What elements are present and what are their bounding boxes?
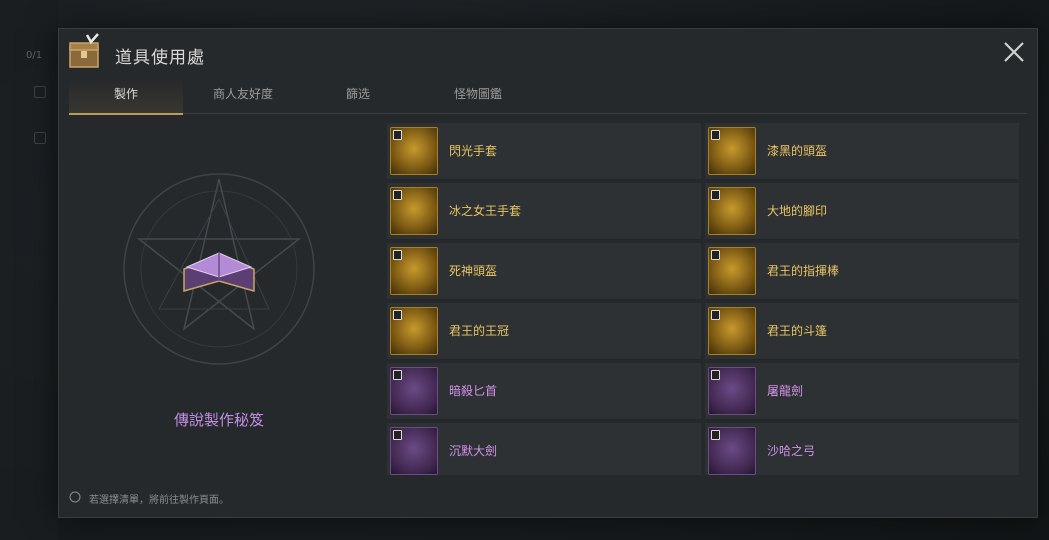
list-item[interactable]: 君王的斗篷 bbox=[705, 303, 1019, 360]
footer-hint: 若選擇清單，將前往製作頁面。 bbox=[89, 495, 229, 506]
helmet-icon bbox=[708, 127, 756, 175]
background-hotbar bbox=[760, 520, 1040, 540]
ice-glove-icon bbox=[390, 187, 438, 235]
item-name: 沉默大劍 bbox=[449, 444, 498, 458]
list-item[interactable]: 沙哈之弓 bbox=[705, 423, 1019, 475]
side-icon bbox=[34, 86, 46, 98]
featured-item-name[interactable]: 傳說製作秘笈 bbox=[69, 409, 369, 430]
reaper-helmet-icon bbox=[390, 247, 438, 295]
item-name: 君王的指揮棒 bbox=[767, 264, 840, 278]
side-counter: 0/1 bbox=[26, 50, 43, 61]
lock-icon bbox=[711, 370, 720, 380]
item-name: 冰之女王手套 bbox=[449, 204, 522, 218]
lock-icon bbox=[711, 310, 720, 320]
craft-item-list: 閃光手套 漆黑的頭盔 冰之女王手套 大地的腳印 死神頭盔 君王的指揮棒 君王的王… bbox=[387, 123, 1023, 475]
book-icon bbox=[183, 252, 255, 292]
list-item[interactable]: 屠龍劍 bbox=[705, 363, 1019, 420]
list-item[interactable]: 君王的指揮棒 bbox=[705, 243, 1019, 300]
list-item[interactable]: 大地的腳印 bbox=[705, 183, 1019, 240]
magic-circle-icon bbox=[123, 173, 315, 365]
lock-icon bbox=[393, 370, 402, 380]
crown-icon bbox=[390, 307, 438, 355]
chest-icon bbox=[69, 33, 99, 68]
tab-filter[interactable]: 篩选 bbox=[303, 79, 413, 113]
lock-icon bbox=[711, 250, 720, 260]
window-header: 道具使用處 bbox=[59, 29, 1037, 79]
item-name: 沙哈之弓 bbox=[767, 444, 816, 458]
lock-icon bbox=[393, 430, 402, 440]
list-item[interactable]: 漆黑的頭盔 bbox=[705, 123, 1019, 180]
cloak-icon bbox=[708, 307, 756, 355]
item-name: 君王的斗篷 bbox=[767, 324, 828, 338]
lock-icon bbox=[711, 130, 720, 140]
close-button[interactable] bbox=[1001, 39, 1027, 65]
background-sidebar: 0/1 bbox=[0, 0, 58, 540]
lock-icon bbox=[393, 310, 402, 320]
window-title: 道具使用處 bbox=[115, 48, 205, 68]
boots-icon bbox=[708, 187, 756, 235]
featured-item-area: 傳說製作秘笈 bbox=[69, 119, 369, 479]
list-item[interactable]: 沉默大劍 bbox=[387, 423, 701, 475]
greatsword-icon bbox=[390, 427, 438, 475]
tab-crafting[interactable]: 製作 bbox=[69, 79, 183, 115]
list-item[interactable]: 冰之女王手套 bbox=[387, 183, 701, 240]
item-usage-window: 道具使用處 製作 商人友好度 篩选 怪物圖鑑 傳說製作秘笈 閃光手套 漆黑的頭盔… bbox=[58, 28, 1038, 518]
tab-bar: 製作 商人友好度 篩选 怪物圖鑑 bbox=[69, 79, 1027, 115]
list-item[interactable]: 死神頭盔 bbox=[387, 243, 701, 300]
list-item[interactable]: 暗殺匕首 bbox=[387, 363, 701, 420]
baton-icon bbox=[708, 247, 756, 295]
item-name: 死神頭盔 bbox=[449, 264, 498, 278]
info-icon bbox=[69, 491, 81, 503]
list-item[interactable]: 閃光手套 bbox=[387, 123, 701, 180]
gauntlet-icon bbox=[390, 127, 438, 175]
item-name: 暗殺匕首 bbox=[449, 384, 498, 398]
tab-merchant-friendship[interactable]: 商人友好度 bbox=[183, 79, 303, 113]
item-name: 屠龍劍 bbox=[767, 384, 804, 398]
item-name: 君王的王冠 bbox=[449, 324, 510, 338]
bow-icon bbox=[708, 427, 756, 475]
item-name: 大地的腳印 bbox=[767, 204, 828, 218]
item-name: 閃光手套 bbox=[449, 144, 498, 158]
dragon-sword-icon bbox=[708, 367, 756, 415]
lock-icon bbox=[711, 430, 720, 440]
lock-icon bbox=[711, 190, 720, 200]
tab-monster-codex[interactable]: 怪物圖鑑 bbox=[413, 79, 543, 113]
lock-icon bbox=[393, 190, 402, 200]
item-name: 漆黑的頭盔 bbox=[767, 144, 828, 158]
lock-icon bbox=[393, 250, 402, 260]
side-icon bbox=[34, 132, 46, 144]
lock-icon bbox=[393, 130, 402, 140]
list-item[interactable]: 君王的王冠 bbox=[387, 303, 701, 360]
dagger-icon bbox=[390, 367, 438, 415]
